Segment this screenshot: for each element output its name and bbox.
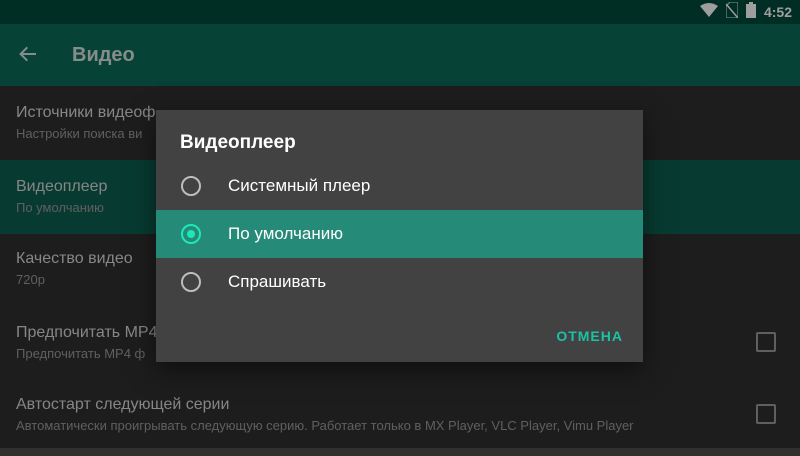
radio-unchecked-icon[interactable]: [181, 176, 201, 196]
video-player-dialog: Видеоплеер Системный плеер По умолчанию …: [156, 110, 643, 362]
option-label: Системный плеер: [228, 176, 371, 195]
option-default[interactable]: По умолчанию: [156, 210, 643, 258]
radio-unchecked-icon[interactable]: [181, 272, 201, 292]
radio-dot: [187, 230, 195, 238]
option-label: По умолчанию: [228, 224, 343, 243]
cancel-button[interactable]: ОТМЕНА: [556, 328, 623, 344]
dialog-title: Видеоплеер: [180, 132, 296, 153]
radio-checked-icon[interactable]: [181, 224, 201, 244]
option-system-player[interactable]: Системный плеер: [156, 162, 643, 210]
option-ask[interactable]: Спрашивать: [156, 258, 643, 306]
option-label: Спрашивать: [228, 272, 327, 291]
